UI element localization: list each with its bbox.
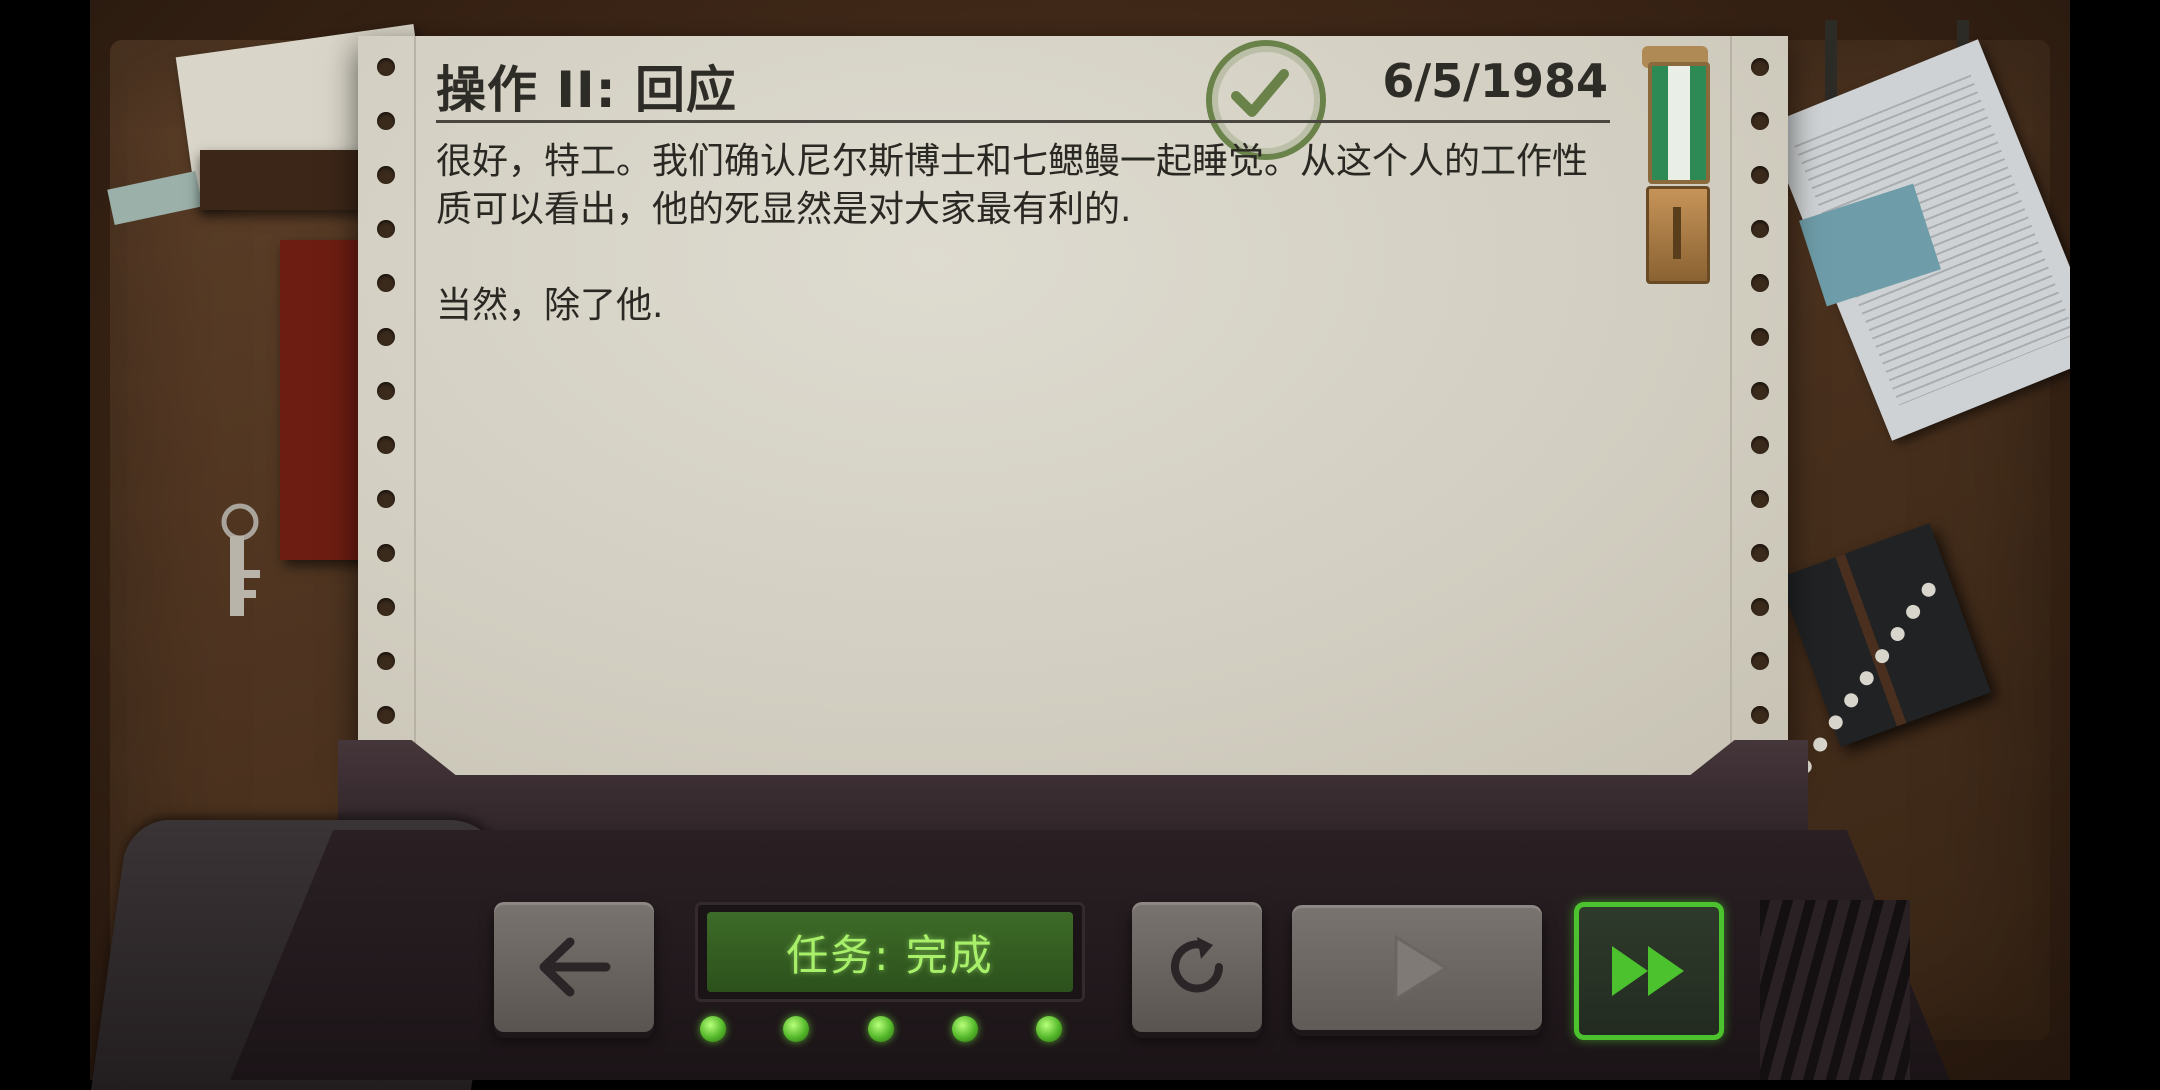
fast-forward-button[interactable] <box>1574 902 1724 1040</box>
keys-icon <box>221 503 260 616</box>
mission-paper: 操作 II: 回应 6/5/1984 很好，特工。我们确认尼尔斯博士和七鳃鳗一起… <box>358 36 1788 776</box>
status-display: 任务: 完成 <box>695 902 1085 1002</box>
status-led <box>952 1016 978 1042</box>
back-button[interactable] <box>494 902 654 1032</box>
play-button[interactable] <box>1292 905 1542 1030</box>
play-icon <box>1394 933 1449 1002</box>
paper-perforation-left <box>358 36 416 776</box>
status-led <box>1036 1016 1062 1042</box>
status-text: 任务: 完成 <box>707 912 1073 992</box>
status-led <box>700 1016 726 1042</box>
retry-icon <box>1171 937 1223 993</box>
status-led <box>868 1016 894 1042</box>
speaker-grille <box>1760 900 1910 1080</box>
status-leds <box>700 1016 1080 1046</box>
mission-briefing-text: 很好，特工。我们确认尼尔斯博士和七鳃鳗一起睡觉。从这个人的工作性质可以看出，他的… <box>436 141 1589 326</box>
title-divider <box>436 120 1610 123</box>
mission-date: 6/5/1984 <box>1382 54 1608 108</box>
mission-title: 操作 II: 回应 <box>436 61 738 119</box>
medal-icon <box>1642 46 1710 286</box>
arrow-left-icon <box>539 937 611 997</box>
paper-perforation-right <box>1730 36 1788 776</box>
fast-forward-icon <box>1612 946 1684 996</box>
status-led <box>783 1016 809 1042</box>
retry-button[interactable] <box>1132 902 1262 1032</box>
